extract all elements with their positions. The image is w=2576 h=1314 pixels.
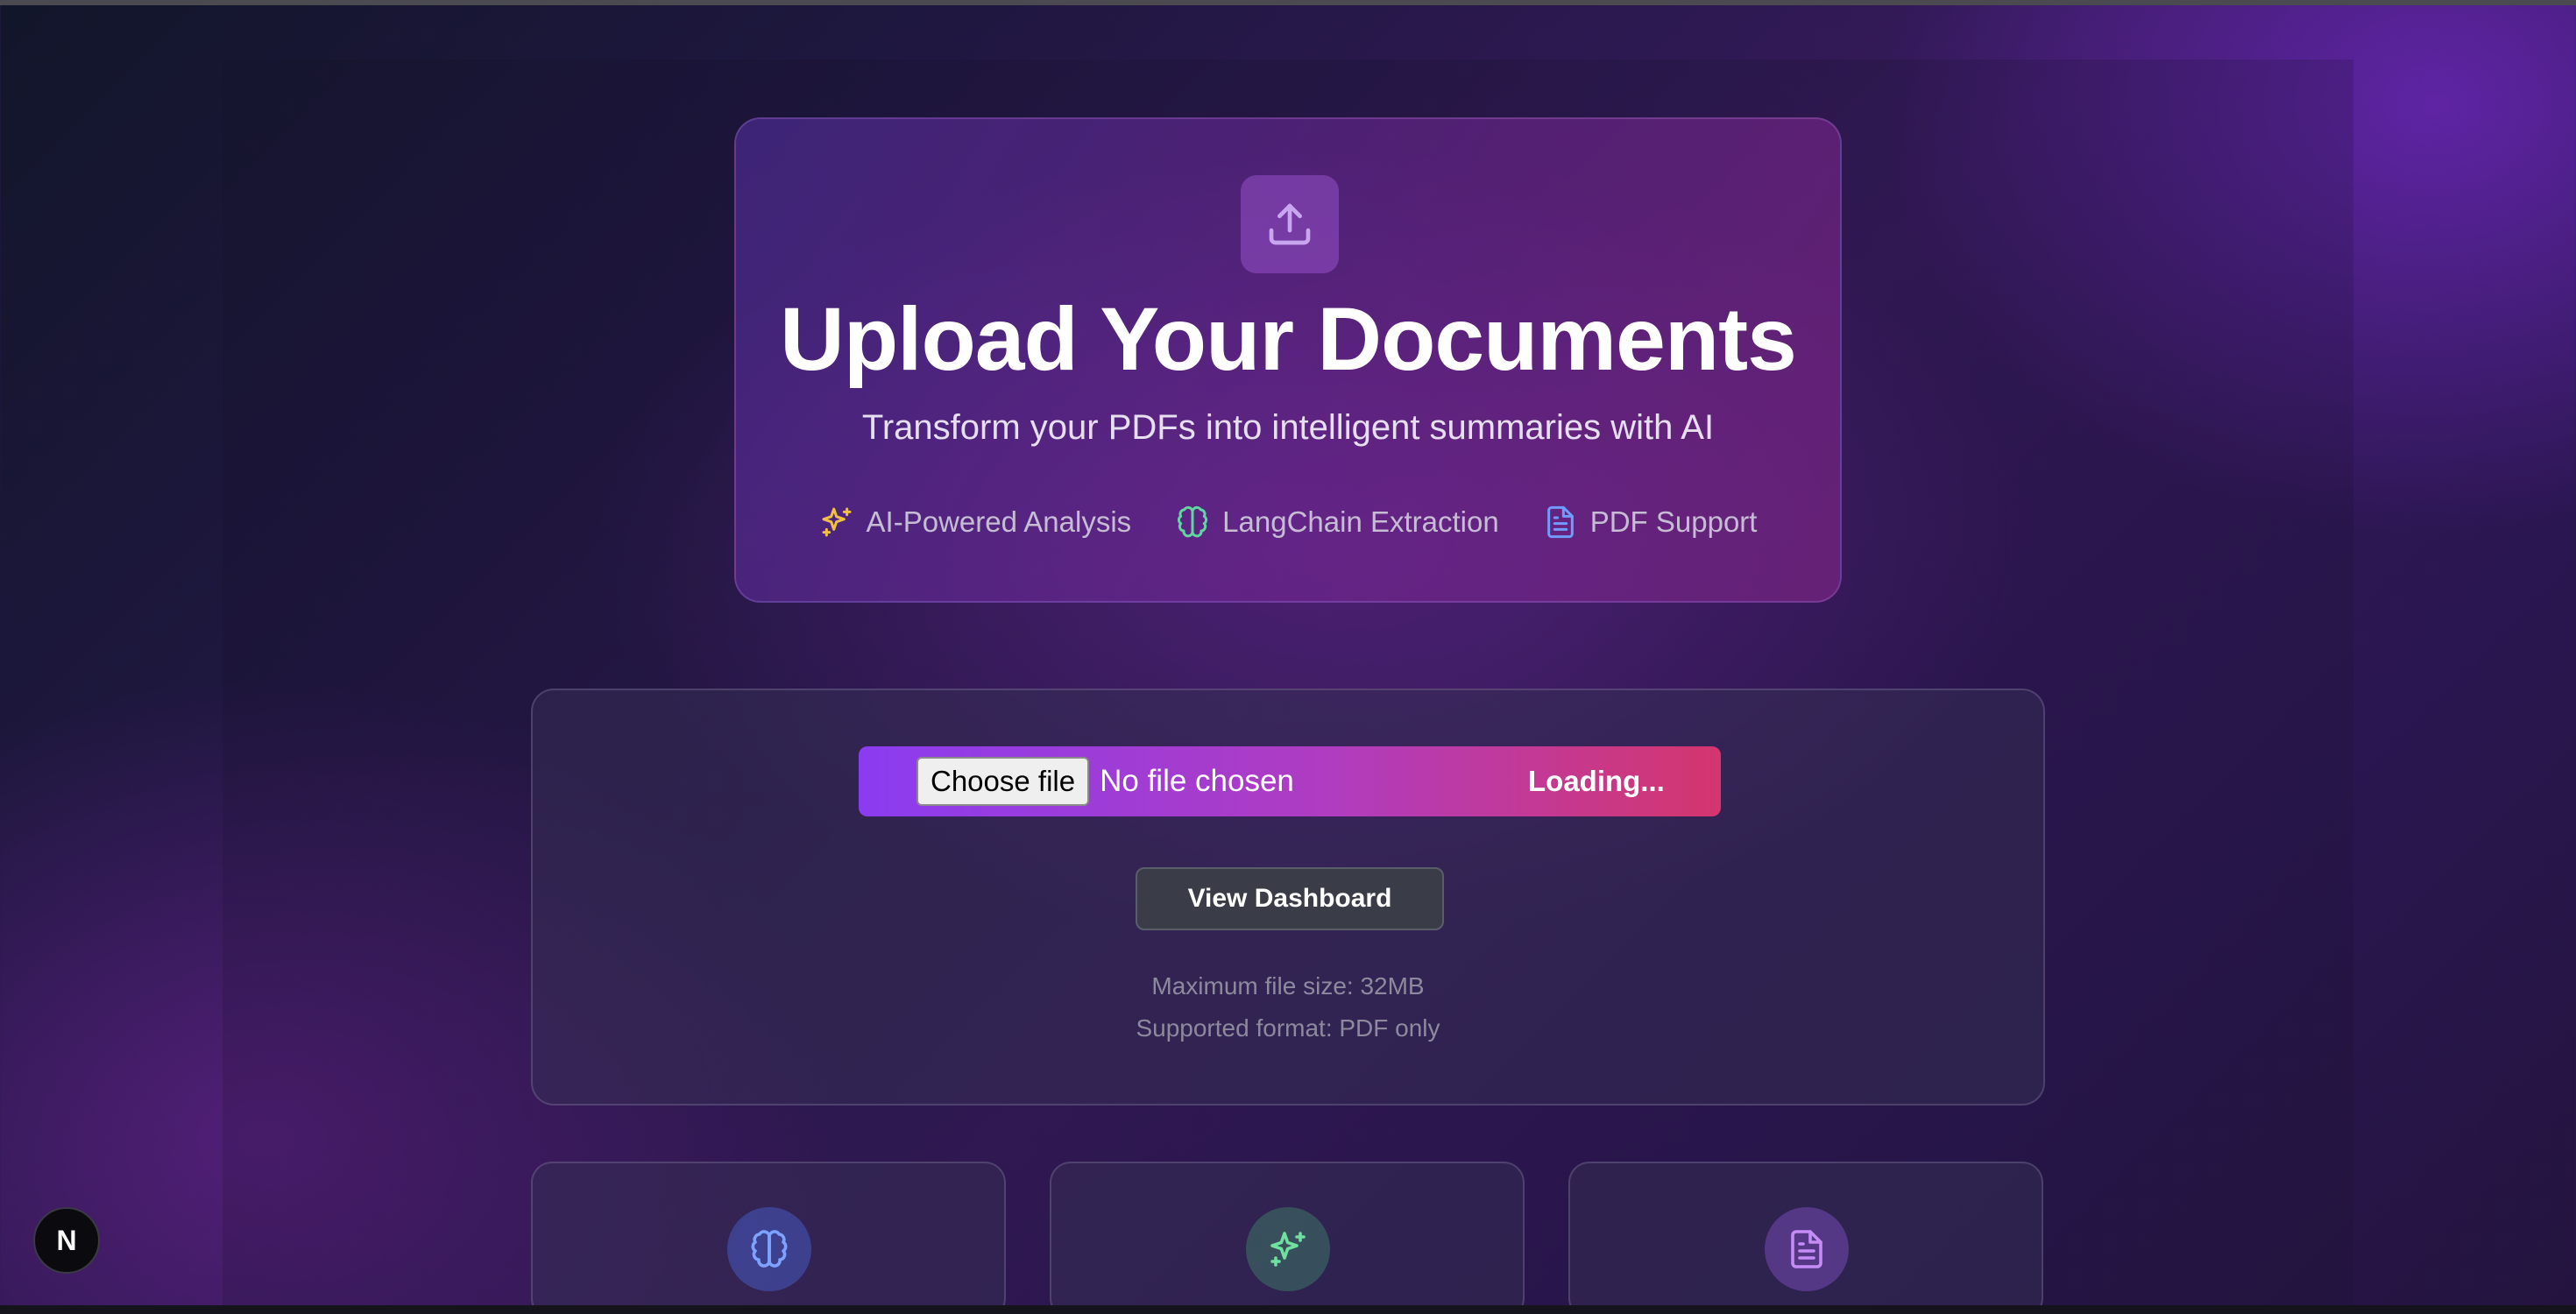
file-status-text: No file chosen [1100,764,1294,798]
file-text-icon [1546,505,1574,539]
feature-ai-analysis: AI-Powered Analysis [819,505,1132,540]
feature-card-sparkles [1050,1162,1525,1314]
page-subtitle: Transform your PDFs into intelligent sum… [861,408,1715,447]
feature-label: LangChain Extraction [1222,505,1499,538]
feature-list: AI-Powered Analysis LangChain Extraction… [736,505,1840,540]
choose-file-button[interactable]: Choose file [916,757,1090,806]
hero-card: Upload Your Documents Transform your PDF… [734,117,1842,603]
upload-icon [1241,175,1339,273]
nextjs-logo-icon: N [56,1224,77,1256]
page-title: Upload Your Documents [780,289,1797,389]
file-input[interactable]: Choose file No file chosen Loading... [859,746,1721,816]
upload-card: Choose file No file chosen Loading... Vi… [531,689,2045,1106]
max-file-size-note: Maximum file size: 32MB [1151,972,1425,1000]
window-top-border [0,0,2576,5]
feature-card-brain [531,1162,1006,1314]
nextjs-dev-badge[interactable]: N [33,1207,100,1274]
window-bottom-border [0,1305,2576,1314]
sparkles-icon [1246,1207,1330,1291]
sparkles-icon [822,507,852,537]
feature-label: AI-Powered Analysis [866,505,1132,538]
loading-indicator: Loading... [1528,765,1665,797]
supported-format-note: Supported format: PDF only [1136,1014,1440,1042]
feature-card-file [1568,1162,2043,1314]
file-text-icon [1765,1207,1849,1291]
feature-langchain: LangChain Extraction [1175,505,1499,540]
brain-icon [727,1207,811,1291]
feature-pdf-support: PDF Support [1543,505,1758,540]
feature-label: PDF Support [1589,505,1758,538]
brain-icon [1178,505,1208,538]
view-dashboard-button[interactable]: View Dashboard [1136,867,1444,930]
